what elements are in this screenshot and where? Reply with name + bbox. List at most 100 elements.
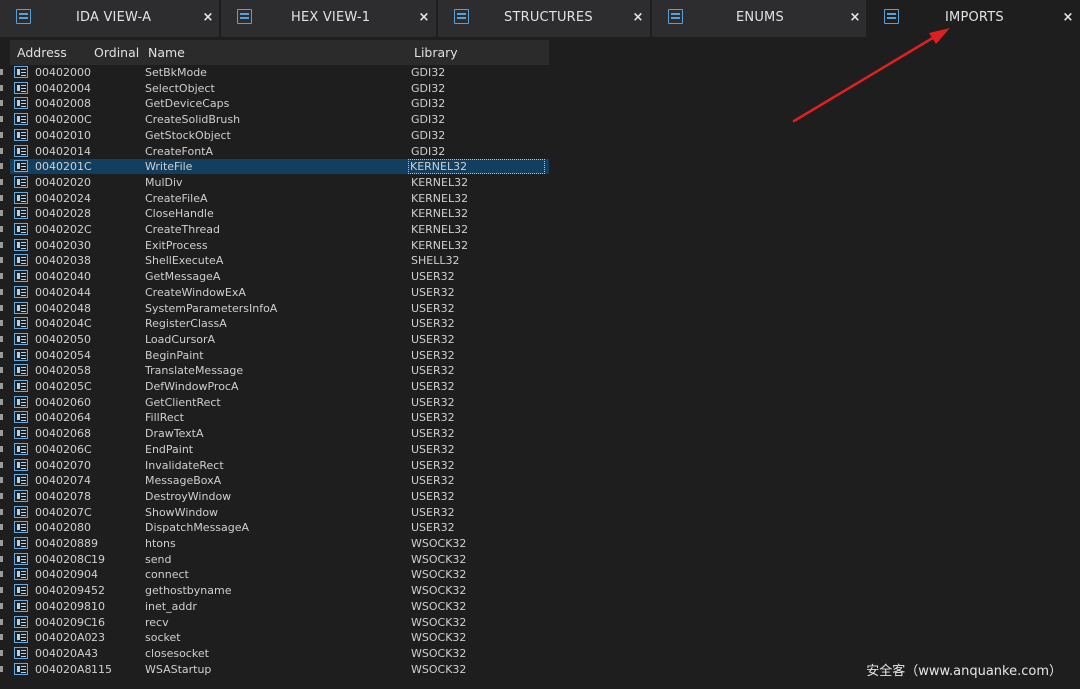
column-header-name[interactable]: Name: [148, 40, 185, 65]
close-icon[interactable]: ×: [417, 0, 431, 37]
table-row[interactable]: 00402050 LoadCursorA USER32: [10, 332, 549, 347]
table-row[interactable]: 0040207C ShowWindow USER32: [10, 505, 549, 520]
table-row[interactable]: 004020A0 23 socket WSOCK32: [10, 630, 549, 645]
table-row[interactable]: 0040202C CreateThread KERNEL32: [10, 222, 549, 237]
library-cell: USER32: [411, 348, 455, 362]
name-cell: htons: [145, 537, 176, 550]
import-entry-icon: [14, 191, 28, 204]
table-row[interactable]: 00402068 DrawTextA USER32: [10, 426, 549, 441]
table-row[interactable]: 00402028 CloseHandle KERNEL32: [10, 206, 549, 221]
tab-structures[interactable]: STRUCTURES ×: [438, 0, 652, 37]
address-cell: 00402090: [35, 568, 91, 582]
ordinal-cell: 4: [91, 568, 98, 582]
tab-enums[interactable]: ENUMS ×: [652, 0, 868, 37]
gutter-marker: [0, 131, 3, 138]
gutter-marker: [0, 288, 3, 295]
imports-icon: [884, 9, 899, 24]
import-entry-icon: [14, 427, 28, 440]
gutter-marker: [0, 69, 3, 75]
table-row[interactable]: 00402008 GetDeviceCaps GDI32: [10, 96, 549, 111]
close-icon[interactable]: ×: [848, 0, 862, 37]
table-row[interactable]: 00402064 FillRect USER32: [10, 410, 549, 425]
name-cell: CloseHandle: [145, 207, 214, 221]
library-cell: USER32: [411, 364, 455, 378]
close-icon[interactable]: ×: [1061, 0, 1075, 37]
table-row[interactable]: 00402060 GetClientRect USER32: [10, 395, 549, 410]
name-cell: inet_addr: [145, 599, 197, 613]
table-row[interactable]: 00402094 52 gethostbyname WSOCK32: [10, 583, 549, 598]
name-cell: MessageBoxA: [145, 474, 222, 488]
import-entry-icon: [14, 128, 28, 141]
address-cell: 00402004: [35, 81, 91, 95]
table-row[interactable]: 0040205C DefWindowProcA USER32: [10, 379, 549, 394]
table-row[interactable]: 00402024 CreateFileA KERNEL32: [10, 191, 549, 206]
table-row[interactable]: 00402054 BeginPaint USER32: [10, 348, 549, 363]
close-icon[interactable]: ×: [201, 0, 215, 37]
library-cell: WSOCK32: [411, 568, 467, 582]
table-row[interactable]: 00402040 GetMessageA USER32: [10, 269, 549, 284]
library-cell: GDI32: [411, 128, 446, 142]
gutter-marker: [0, 634, 3, 641]
table-row[interactable]: 0040206C EndPaint USER32: [10, 442, 549, 457]
import-entry-icon: [14, 254, 28, 267]
ordinal-cell: 23: [91, 631, 105, 645]
name-cell: ShellExecuteA: [145, 254, 224, 268]
table-row[interactable]: 00402070 InvalidateRect USER32: [10, 458, 549, 473]
table-row[interactable]: 00402030 ExitProcess KERNEL32: [10, 238, 549, 253]
tab-title: ENUMS: [736, 10, 784, 25]
import-entry-icon: [14, 285, 28, 298]
table-row[interactable]: 00402010 GetStockObject GDI32: [10, 128, 549, 143]
address-cell: 00402050: [35, 332, 91, 346]
table-row[interactable]: 00402090 4 connect WSOCK32: [10, 567, 549, 582]
library-cell: GDI32: [411, 144, 446, 158]
table-row[interactable]: 004020A8 115 WSAStartup WSOCK32: [10, 662, 549, 677]
table-row[interactable]: 00402000 SetBkMode GDI32: [10, 65, 549, 80]
table-row[interactable]: 00402044 CreateWindowExA USER32: [10, 285, 549, 300]
name-cell: connect: [145, 568, 189, 582]
table-row[interactable]: 00402088 9 htons WSOCK32: [10, 536, 549, 551]
close-icon[interactable]: ×: [631, 0, 645, 37]
name-cell: SelectObject: [145, 81, 215, 95]
name-cell: DispatchMessageA: [145, 521, 250, 535]
gutter-marker: [0, 194, 3, 201]
column-header-library[interactable]: Library: [414, 40, 458, 65]
library-cell: WSOCK32: [411, 584, 467, 598]
column-header-ordinal[interactable]: Ordinal: [94, 40, 139, 65]
table-row[interactable]: 00402058 TranslateMessage USER32: [10, 363, 549, 378]
table-row[interactable]: 00402080 DispatchMessageA USER32: [10, 520, 549, 535]
import-entry-icon: [14, 81, 28, 94]
table-row[interactable]: 00402020 MulDiv KERNEL32: [10, 175, 549, 190]
structures-icon: [454, 9, 469, 24]
table-row[interactable]: 00402078 DestroyWindow USER32: [10, 489, 549, 504]
table-row[interactable]: 00402038 ShellExecuteA SHELL32: [10, 253, 549, 268]
table-row[interactable]: 00402074 MessageBoxA USER32: [10, 473, 549, 488]
table-row[interactable]: 0040208C 19 send WSOCK32: [10, 552, 549, 567]
table-row[interactable]: 0040204C RegisterClassA USER32: [10, 316, 549, 331]
name-cell: SetBkMode: [145, 66, 207, 79]
table-row[interactable]: 0040201C WriteFile KERNEL32: [10, 159, 549, 175]
library-cell: WSOCK32: [411, 646, 467, 660]
table-row[interactable]: 00402048 SystemParametersInfoA USER32: [10, 301, 549, 316]
name-cell: GetStockObject: [145, 128, 231, 142]
tab-title: IMPORTS: [945, 10, 1004, 25]
table-row[interactable]: 0040200C CreateSolidBrush GDI32: [10, 112, 549, 127]
table-row[interactable]: 004020A4 3 closesocket WSOCK32: [10, 646, 549, 661]
tab-ida-view-a[interactable]: IDA VIEW-A ×: [0, 0, 221, 37]
tab-hex-view-1[interactable]: HEX VIEW-1 ×: [221, 0, 438, 37]
tab-title: STRUCTURES: [504, 10, 593, 25]
column-header-address[interactable]: Address: [17, 40, 67, 65]
table-row[interactable]: 0040209C 16 recv WSOCK32: [10, 615, 549, 630]
table-row[interactable]: 00402004 SelectObject GDI32: [10, 81, 549, 96]
library-cell: KERNEL32: [411, 223, 469, 236]
table-row[interactable]: 00402098 10 inet_addr WSOCK32: [10, 599, 549, 614]
ordinal-cell: 115: [91, 662, 112, 676]
import-entry-icon: [14, 442, 28, 455]
tab-imports[interactable]: IMPORTS ×: [868, 0, 1080, 37]
library-cell: USER32: [411, 505, 455, 519]
name-cell: SystemParametersInfoA: [145, 301, 278, 315]
address-cell: 00402010: [35, 128, 91, 142]
ordinal-cell: 19: [91, 552, 105, 566]
import-entry-icon: [14, 348, 28, 361]
import-entry-icon: [14, 474, 28, 487]
table-row[interactable]: 00402014 CreateFontA GDI32: [10, 144, 549, 159]
